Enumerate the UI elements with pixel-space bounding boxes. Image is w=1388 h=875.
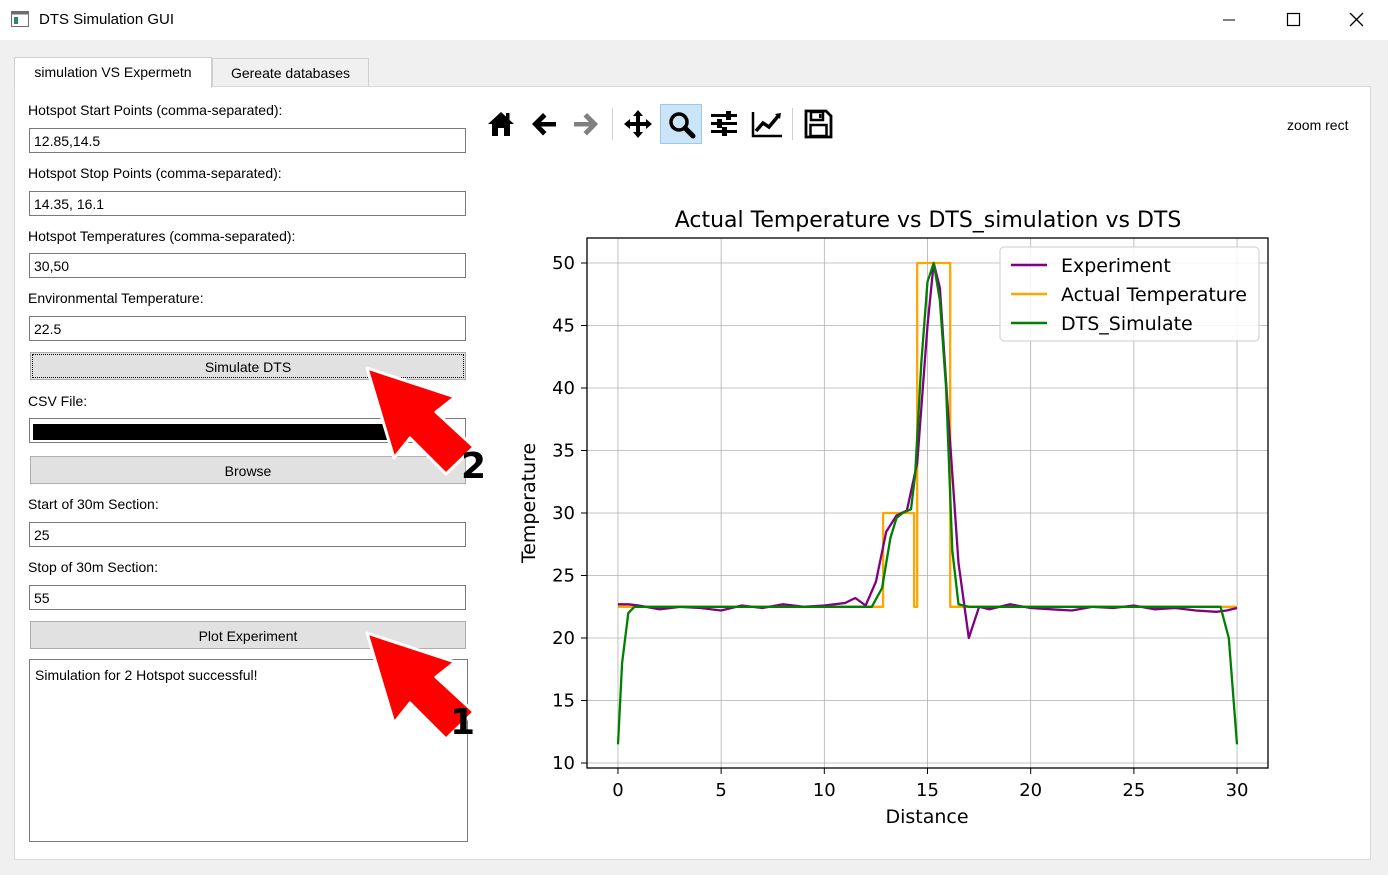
close-icon	[1349, 12, 1364, 27]
y-tick-label: 50	[552, 253, 575, 274]
legend-label: Actual Temperature	[1061, 284, 1247, 306]
plot-experiment-button[interactable]: Plot Experiment	[30, 621, 466, 649]
y-tick-label: 10	[552, 753, 575, 774]
simulate-dts-button[interactable]: Simulate DTS	[30, 352, 466, 380]
start-points-input[interactable]: 12.85,14.5	[29, 128, 466, 153]
legend-label: Experiment	[1061, 255, 1171, 277]
forward-arrow-icon	[574, 113, 598, 136]
section-start-input[interactable]: 25	[29, 522, 466, 547]
section-stop-label: Stop of 30m Section:	[28, 559, 158, 575]
y-tick-label: 15	[552, 691, 575, 712]
minimize-icon	[1223, 19, 1235, 21]
home-button[interactable]	[480, 104, 522, 144]
x-tick-label: 0	[612, 780, 623, 801]
forward-button[interactable]	[565, 104, 607, 144]
toolbar-separator	[792, 108, 793, 140]
log-text: Simulation for 2 Hotspot successful!	[35, 667, 258, 683]
csv-file-input[interactable]	[29, 418, 466, 443]
stop-points-label: Hotspot Stop Points (comma-separated):	[28, 165, 282, 181]
pan-icon	[624, 110, 652, 138]
temperatures-input[interactable]: 30,50	[29, 253, 466, 278]
x-tick-label: 5	[715, 780, 726, 801]
csv-file-label: CSV File:	[28, 393, 88, 409]
section-stop-input[interactable]: 55	[29, 585, 466, 610]
tab-generate-databases[interactable]: Gereate databases	[212, 58, 369, 87]
zoom-button[interactable]	[660, 104, 702, 144]
close-button[interactable]	[1324, 0, 1388, 40]
x-tick-label: 20	[1019, 780, 1042, 801]
back-arrow-icon	[532, 113, 556, 136]
temperatures-label: Hotspot Temperatures (comma-separated):	[28, 228, 296, 244]
x-tick-label: 10	[813, 780, 836, 801]
pan-button[interactable]	[617, 104, 659, 144]
start-points-label: Hotspot Start Points (comma-separated):	[28, 102, 283, 118]
env-temp-label: Environmental Temperature:	[28, 290, 204, 306]
y-tick-label: 25	[552, 566, 575, 587]
env-temp-input[interactable]: 22.5	[29, 316, 466, 341]
y-tick-label: 35	[552, 441, 575, 462]
temperature-chart[interactable]: Actual Temperature vs DTS_simulation vs …	[480, 190, 1370, 850]
maximize-icon	[1286, 12, 1301, 27]
home-icon	[488, 112, 514, 136]
y-tick-label: 45	[552, 316, 575, 337]
chart-legend: Experiment Actual Temperature DTS_Simulate	[999, 246, 1260, 342]
customize-button[interactable]	[746, 104, 788, 144]
browse-button[interactable]: Browse	[30, 456, 466, 484]
chart-title: Actual Temperature vs DTS_simulation vs …	[675, 208, 1182, 233]
toolbar-mode-text: zoom rect	[1287, 117, 1349, 133]
x-axis-label: Distance	[885, 806, 968, 828]
tab-simulation-vs-experiment[interactable]: simulation VS Expermetn	[14, 57, 212, 88]
x-tick-label: 15	[916, 780, 939, 801]
subplots-icon	[711, 111, 737, 136]
x-tick-label: 25	[1122, 780, 1145, 801]
y-axis-label: Temperature	[518, 443, 540, 564]
app-window-icon	[11, 11, 29, 27]
section-start-label: Start of 30m Section:	[28, 496, 159, 512]
maximize-button[interactable]	[1261, 0, 1325, 40]
x-tick-label: 30	[1226, 780, 1249, 801]
y-tick-label: 30	[552, 503, 575, 524]
toolbar-separator	[612, 108, 613, 140]
subplots-button[interactable]	[703, 104, 745, 144]
legend-label: DTS_Simulate	[1061, 313, 1193, 335]
y-tick-label: 40	[552, 378, 575, 399]
title-bar: DTS Simulation GUI	[0, 0, 1388, 40]
save-button[interactable]	[797, 104, 839, 144]
stop-points-input[interactable]: 14.35, 16.1	[29, 191, 466, 216]
save-icon	[804, 109, 833, 139]
back-button[interactable]	[523, 104, 565, 144]
customize-icon	[751, 112, 782, 138]
y-tick-label: 20	[552, 628, 575, 649]
window-title: DTS Simulation GUI	[39, 11, 175, 28]
redacted-path	[33, 424, 389, 440]
minimize-button[interactable]	[1197, 0, 1261, 40]
log-output[interactable]: Simulation for 2 Hotspot successful!	[29, 659, 468, 842]
zoom-icon	[669, 112, 696, 139]
